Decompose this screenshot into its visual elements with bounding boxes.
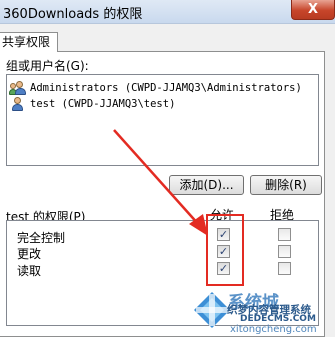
tab-share-permissions[interactable]: 共享权限 bbox=[0, 32, 58, 52]
checkmark-icon: ✓ bbox=[218, 245, 229, 258]
window-background-strip bbox=[325, 51, 335, 337]
allow-change-checkbox[interactable]: ✓ bbox=[217, 245, 230, 258]
close-icon: X bbox=[307, 2, 319, 17]
perm-label-full-control: 完全控制 bbox=[17, 231, 66, 245]
user-list[interactable]: Administrators (CWPD-JJAMQ3\Administrato… bbox=[6, 74, 319, 166]
window-titlebar: 360Downloads 的权限 X bbox=[0, 0, 335, 24]
checkmark-icon: ✓ bbox=[218, 262, 229, 275]
deny-full-control-checkbox[interactable] bbox=[278, 228, 291, 241]
group-users-label: 组或用户名(G): bbox=[6, 59, 89, 73]
permissions-list: 完全控制 更改 读取 bbox=[6, 220, 319, 326]
deny-read-checkbox[interactable] bbox=[278, 262, 291, 275]
remove-button[interactable]: 删除(R) bbox=[250, 175, 322, 195]
allow-full-control-checkbox[interactable]: ✓ bbox=[217, 228, 230, 241]
list-item[interactable]: test (CWPD-JJAMQ3\test) bbox=[10, 95, 175, 113]
tab-label: 共享权限 bbox=[2, 35, 51, 49]
perm-label-change: 更改 bbox=[17, 247, 42, 261]
user-icon bbox=[10, 96, 26, 112]
add-button[interactable]: 添加(D)... bbox=[169, 175, 244, 195]
close-button[interactable]: X bbox=[291, 0, 335, 20]
window-title: 360Downloads 的权限 bbox=[3, 7, 143, 22]
deny-change-checkbox[interactable] bbox=[278, 245, 291, 258]
user-group-icon bbox=[9, 80, 26, 96]
perm-label-read: 读取 bbox=[17, 264, 42, 278]
checkmark-icon: ✓ bbox=[218, 228, 229, 241]
user-name: Administrators (CWPD-JJAMQ3\Administrato… bbox=[30, 82, 302, 94]
allow-read-checkbox[interactable]: ✓ bbox=[217, 262, 230, 275]
user-name: test (CWPD-JJAMQ3\test) bbox=[30, 98, 176, 110]
